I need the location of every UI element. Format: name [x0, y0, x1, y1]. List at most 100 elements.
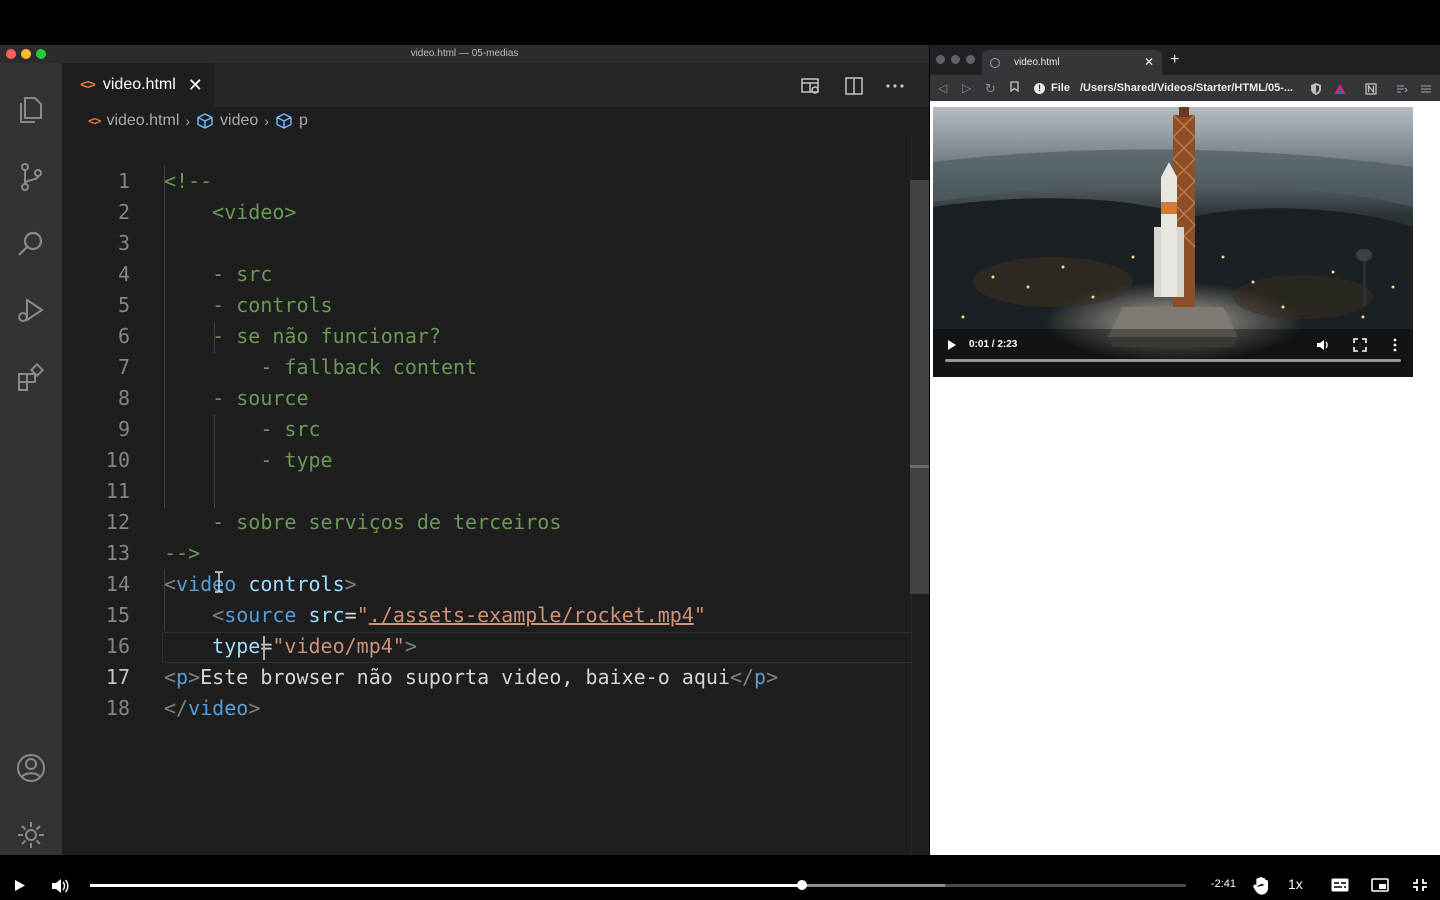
reload-icon[interactable]: ↻ [985, 81, 996, 97]
extensions-icon[interactable] [14, 361, 48, 395]
settings-gear-icon[interactable] [14, 818, 48, 852]
video-progress-bar[interactable] [945, 359, 1401, 362]
code-line[interactable]: <video controls> [164, 569, 357, 600]
code-line[interactable]: <video> [164, 197, 296, 228]
html-file-icon: <> [80, 77, 96, 93]
code-line[interactable]: - sobre serviços de terceiros [164, 507, 561, 538]
breadcrumb-p[interactable]: p [299, 112, 308, 130]
reading-list-icon[interactable] [1396, 83, 1408, 95]
minimize-window-button[interactable] [951, 55, 960, 64]
code-token: - fallback content [164, 355, 478, 379]
code-line[interactable]: - src [164, 259, 272, 290]
line-number: 8 [117, 386, 130, 410]
exit-fullscreen-icon[interactable] [1412, 878, 1428, 892]
line-number: 1 [117, 169, 130, 193]
screencast-player-bar: -2:41 1x [0, 870, 1440, 900]
more-options-icon[interactable] [1392, 338, 1398, 352]
picture-in-picture-icon[interactable] [1371, 878, 1389, 892]
line-number: 14 [105, 572, 130, 596]
line-number: 12 [105, 510, 130, 534]
menu-icon[interactable] [1420, 83, 1432, 95]
tab-close-icon[interactable]: ✕ [1144, 55, 1154, 69]
account-icon[interactable] [14, 751, 48, 785]
brave-shield-icon[interactable] [1310, 83, 1322, 95]
code-line[interactable]: type="video/mp4"> [164, 631, 417, 662]
code-token: < [164, 665, 177, 689]
more-actions-icon[interactable] [884, 75, 906, 97]
zoom-window-button[interactable] [966, 55, 975, 64]
extension-icon[interactable] [1365, 83, 1377, 95]
line-number: 9 [117, 417, 130, 441]
code-line[interactable]: - fallback content [164, 352, 477, 383]
fullscreen-icon[interactable] [1353, 338, 1367, 352]
search-icon[interactable] [14, 227, 48, 261]
code-line[interactable]: --> [164, 538, 200, 569]
playback-speed[interactable]: 1x [1288, 876, 1303, 892]
code-token: p [754, 665, 767, 689]
volume-icon[interactable] [1316, 338, 1330, 352]
open-preview-icon[interactable] [800, 75, 822, 97]
code-token: - controls [164, 293, 333, 317]
play-icon[interactable] [14, 879, 26, 892]
browser-tab[interactable]: video.html ✕ [982, 50, 1162, 75]
line-number: 10 [105, 448, 130, 472]
code-line[interactable]: <p>Este browser não suporta video, baixe… [164, 662, 778, 693]
code-line[interactable]: <source src="./assets-example/rocket.mp4… [164, 600, 706, 631]
play-icon[interactable] [947, 339, 957, 351]
playback-progress [90, 884, 803, 887]
back-icon[interactable]: ◁ [938, 81, 947, 95]
code-token: - sobre serviços de terceiros [164, 510, 562, 534]
line-number: 15 [105, 603, 130, 627]
code-token: = [344, 603, 357, 627]
code-token: video [188, 696, 249, 720]
run-debug-icon[interactable] [14, 294, 48, 328]
code-token: < [164, 572, 177, 596]
hand-pointer-icon[interactable] [1252, 877, 1270, 895]
close-window-button[interactable] [936, 55, 945, 64]
code-line[interactable]: - controls [164, 290, 333, 321]
code-token: <!-- [164, 169, 213, 193]
volume-icon[interactable] [51, 878, 69, 894]
tab-close-icon[interactable]: ✕ [188, 75, 203, 96]
playback-scrubber[interactable] [797, 880, 808, 890]
time-remaining: -2:41 [1210, 878, 1236, 890]
captions-icon[interactable] [1331, 878, 1349, 892]
info-icon[interactable]: ! [1034, 82, 1045, 94]
tab-video-html[interactable]: <> video.html ✕ [62, 63, 214, 107]
video-controls: 0:01 / 2:23 [933, 329, 1413, 377]
code-line[interactable]: - src [164, 414, 320, 445]
code-line[interactable]: </video> [164, 693, 260, 724]
rewards-triangle-icon[interactable] [1334, 83, 1346, 95]
source-control-icon[interactable] [14, 160, 48, 194]
code-editor[interactable]: 1 <!-- 2 <video> 3 4 - src 5 - controls 6 - se… [62, 135, 929, 855]
explorer-icon[interactable] [14, 93, 48, 127]
code-token: type [212, 634, 261, 658]
line-number: 2 [117, 200, 130, 224]
code-line[interactable]: - se não funcionar? [164, 321, 441, 352]
forward-icon[interactable]: ▷ [962, 81, 971, 95]
address-bar[interactable]: ! File /Users/Shared/Videos/Starter/HTML… [1034, 79, 1302, 97]
browser-tab-strip: video.html ✕ + [930, 45, 1440, 75]
bookmark-icon[interactable] [1010, 81, 1019, 95]
video-player[interactable]: 0:01 / 2:23 [933, 107, 1413, 377]
code-line[interactable]: <!-- [164, 166, 212, 197]
breadcrumb-file[interactable]: video.html [106, 112, 179, 130]
breadcrumb-video[interactable]: video [220, 112, 258, 130]
tab-label: video.html [102, 76, 176, 93]
split-editor-icon[interactable] [843, 75, 865, 97]
ibeam-cursor-icon [215, 571, 223, 593]
scheme-label: File [1051, 82, 1070, 94]
code-line[interactable]: - source [164, 383, 308, 414]
new-tab-button[interactable]: + [1170, 51, 1179, 69]
scrollbar-thumb[interactable] [910, 180, 929, 594]
title-bar: video.html — 05-medias [0, 45, 929, 63]
scrollbar-cursor-marker [910, 465, 929, 468]
code-token: - type [164, 448, 333, 472]
code-token: > [248, 696, 261, 720]
code-line[interactable]: - type [164, 445, 333, 476]
window-title: video.html — 05-medias [410, 48, 519, 59]
line-number: 16 [105, 634, 130, 658]
code-token: "video/mp4" [272, 634, 405, 658]
